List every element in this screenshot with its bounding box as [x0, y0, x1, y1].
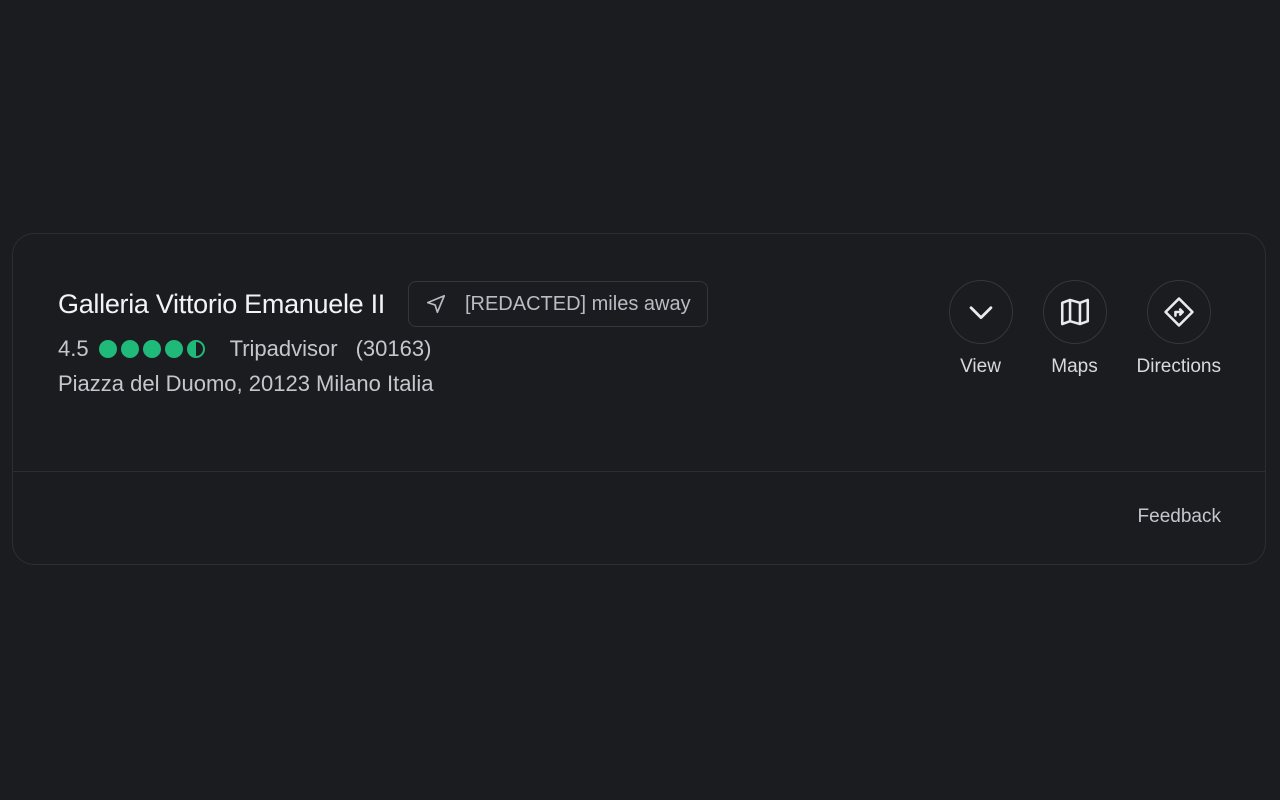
rating-row: 4.5 Tripadvisor (30163)	[58, 334, 708, 364]
maps-label: Maps	[1051, 356, 1098, 377]
rating-bubbles	[98, 340, 209, 358]
directions-button[interactable]: Directions	[1137, 280, 1221, 378]
title-row: Galleria Vittorio Emanuele II [REDACTED]…	[58, 280, 708, 328]
review-count[interactable]: (30163)	[356, 336, 432, 362]
rating-value: 4.5	[58, 336, 89, 361]
place-card-main: Galleria Vittorio Emanuele II [REDACTED]…	[13, 234, 1265, 472]
view-button-circle[interactable]	[948, 280, 1013, 344]
place-title[interactable]: Galleria Vittorio Emanuele II	[58, 289, 385, 320]
view-button[interactable]: View	[948, 280, 1013, 378]
rating-source[interactable]: Tripadvisor	[230, 336, 338, 362]
action-buttons: View Maps Directions	[948, 280, 1221, 378]
rating-bubble-full	[142, 340, 161, 358]
place-address: Piazza del Duomo, 20123 Milano Italia	[58, 371, 434, 396]
place-card-footer: Feedback	[13, 472, 1265, 566]
place-card: Galleria Vittorio Emanuele II [REDACTED]…	[12, 233, 1266, 565]
maps-button[interactable]: Maps	[1042, 280, 1107, 378]
directions-label: Directions	[1136, 356, 1221, 377]
rating-bubble-full	[98, 340, 117, 358]
distance-badge: [REDACTED] miles away	[407, 281, 708, 327]
feedback-link[interactable]: Feedback	[1138, 506, 1221, 528]
directions-button-circle[interactable]	[1146, 280, 1211, 344]
directions-icon	[1164, 297, 1194, 327]
rating-bubble-half	[186, 340, 205, 358]
map-icon	[1060, 298, 1089, 326]
place-info: Galleria Vittorio Emanuele II [REDACTED]…	[58, 280, 708, 397]
maps-button-circle[interactable]	[1042, 280, 1107, 344]
view-label: View	[960, 356, 1001, 377]
distance-text: [REDACTED] miles away	[464, 292, 691, 315]
chevron-down-icon	[969, 306, 992, 320]
rating-bubble-full	[120, 340, 139, 358]
rating-bubble-full	[164, 340, 183, 358]
navigation-arrow-icon	[426, 294, 446, 314]
